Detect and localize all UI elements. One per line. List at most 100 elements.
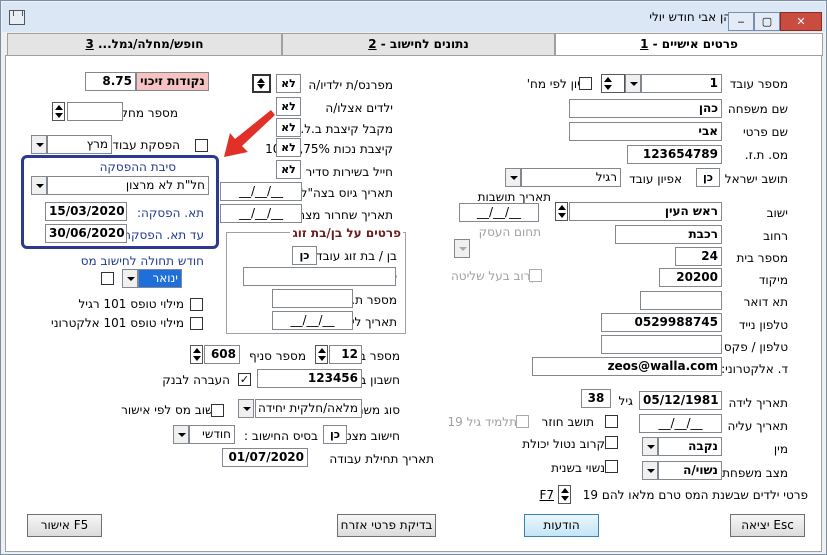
transfer-checkbox[interactable]: ✓ bbox=[238, 373, 251, 386]
controller-checkbox[interactable] bbox=[529, 269, 542, 282]
close-button[interactable]: ✕ bbox=[780, 12, 822, 31]
alimony-field[interactable]: לא bbox=[276, 74, 301, 93]
stop-work-checkbox[interactable] bbox=[195, 139, 208, 152]
bank-no-stepper[interactable] bbox=[315, 345, 328, 364]
stop-work-month-dropdown[interactable] bbox=[31, 135, 47, 154]
credit-points-label: נקודות זיכוי bbox=[136, 72, 209, 91]
branch-field[interactable]: 608 bbox=[204, 345, 240, 364]
gender-select[interactable]: נקבה bbox=[658, 437, 722, 456]
email-field[interactable]: zeos@walla.com bbox=[532, 357, 722, 376]
tab-personal[interactable]: פרטים אישיים - 1 bbox=[555, 33, 823, 56]
street-field[interactable]: רכבת bbox=[615, 225, 722, 244]
disabled-relative-checkbox[interactable] bbox=[605, 436, 618, 449]
bank-no-field[interactable]: 12 bbox=[329, 345, 362, 364]
settlement-date-label: תאריך תושבות bbox=[477, 190, 551, 204]
spouse-birth-field[interactable]: __/__/__ bbox=[272, 311, 353, 330]
sort-by-dept-checkbox[interactable] bbox=[579, 77, 592, 90]
resident-field[interactable]: כן bbox=[696, 168, 720, 187]
zip-field[interactable]: 20200 bbox=[659, 268, 722, 287]
kids-field[interactable]: לא bbox=[276, 97, 301, 116]
stop-reason-select[interactable]: חל"ת לא מרצון bbox=[47, 176, 209, 195]
city-field[interactable]: ראש העין bbox=[569, 202, 722, 221]
mobile-label: טלפון נייד bbox=[738, 318, 788, 332]
app-window: עובד 1 כהן אבי חודש יולי ‒ ▢ ✕ פרטים איש… bbox=[0, 0, 827, 555]
first-name-field[interactable]: אבי bbox=[569, 122, 722, 141]
nii-field[interactable]: לא bbox=[276, 118, 301, 137]
aliya-field[interactable]: __/__/__ bbox=[639, 414, 722, 433]
stop-work-month-select[interactable]: מרץ bbox=[47, 135, 112, 154]
cumulative-field[interactable]: כן bbox=[323, 425, 347, 444]
restore-button[interactable]: ▢ bbox=[754, 12, 780, 31]
house-no-field[interactable]: 24 bbox=[675, 247, 722, 266]
city-stepper[interactable] bbox=[555, 202, 568, 221]
stop-until-field[interactable]: 30/06/2020 bbox=[45, 224, 127, 243]
returning-checkbox[interactable] bbox=[605, 415, 618, 428]
release-field[interactable]: __/__/__ bbox=[220, 204, 302, 223]
emp-type-dropdown[interactable] bbox=[505, 168, 521, 187]
marital-select[interactable]: נשוי/ה bbox=[658, 461, 722, 480]
disabled-relative-label: קרוב נטול יכולת bbox=[522, 437, 605, 451]
business-field-dropdown[interactable] bbox=[454, 239, 470, 258]
ok-button[interactable]: אישור F5 bbox=[27, 514, 102, 537]
street-label: רחוב bbox=[763, 229, 788, 243]
tab-calc-data[interactable]: נתונים לחישוב - 2 bbox=[282, 33, 555, 55]
children-key[interactable]: F7 bbox=[539, 488, 554, 502]
calc-basis-dropdown[interactable] bbox=[173, 425, 189, 444]
stop-reason-dropdown[interactable] bbox=[31, 176, 47, 195]
stop-date-field[interactable]: 15/03/2020 bbox=[45, 202, 127, 221]
job-type-select[interactable]: מלאה/חלקית יחידה bbox=[255, 399, 362, 418]
soldier-field[interactable]: לא bbox=[276, 160, 301, 179]
children-stepper[interactable] bbox=[558, 485, 571, 504]
marital-label: מצב משפחתי bbox=[719, 466, 788, 480]
messages-button[interactable]: הודעות bbox=[524, 514, 599, 537]
dept-stepper[interactable] bbox=[52, 102, 65, 121]
tax-month-checkbox[interactable] bbox=[101, 272, 114, 285]
last-name-field[interactable]: כהן bbox=[569, 99, 722, 118]
settlement-date-field[interactable]: __/__/__ bbox=[459, 203, 539, 222]
married-again-checkbox[interactable] bbox=[605, 460, 618, 473]
draft-field[interactable]: __/__/__ bbox=[220, 182, 302, 201]
disability-field[interactable]: לא bbox=[276, 138, 301, 157]
employee-no-dropdown[interactable] bbox=[625, 74, 641, 93]
spouse-id-field[interactable] bbox=[272, 289, 353, 308]
account-field[interactable]: 123456 bbox=[257, 369, 362, 388]
title-bar: עובד 1 כהן אבי חודש יולי ‒ ▢ ✕ bbox=[2, 2, 825, 32]
id-field[interactable]: 123654789 bbox=[627, 145, 722, 164]
tax-approval-checkbox[interactable] bbox=[211, 404, 224, 417]
spouse-works-field[interactable]: כן bbox=[292, 246, 317, 265]
spouse-works-label: בן / בת זוג עובד ? bbox=[305, 249, 397, 263]
job-type-dropdown[interactable] bbox=[238, 399, 254, 418]
pobox-label: תא דואר bbox=[743, 295, 788, 309]
city-label: ישוב bbox=[766, 206, 788, 220]
dept-field[interactable] bbox=[67, 102, 123, 121]
tab-vacation[interactable]: חופש/מחלה/גמל... 3 bbox=[7, 33, 282, 55]
phone-field[interactable] bbox=[601, 335, 722, 354]
form101e-checkbox[interactable] bbox=[190, 317, 203, 330]
pobox-field[interactable] bbox=[640, 291, 722, 310]
branch-stepper[interactable] bbox=[190, 345, 203, 364]
app-icon bbox=[9, 10, 25, 25]
children-label: פרטי ילדים שבשנת המס טרם מלאו להם 19 bbox=[582, 488, 808, 502]
employee-no-field[interactable]: 1 bbox=[641, 74, 722, 93]
gender-dropdown[interactable] bbox=[642, 437, 658, 456]
employee-no-stepper[interactable] bbox=[601, 74, 625, 93]
birth-field[interactable]: 05/12/1981 bbox=[639, 391, 722, 410]
mobile-field[interactable]: 0529988745 bbox=[601, 313, 722, 332]
marital-dropdown[interactable] bbox=[642, 461, 658, 480]
tax-month-dropdown[interactable] bbox=[122, 269, 138, 288]
alimony-stepper[interactable] bbox=[252, 74, 271, 93]
check-citizen-button[interactable]: בדיקת פרטי אזרח bbox=[337, 514, 436, 537]
spouse-name-field[interactable] bbox=[243, 267, 396, 286]
start-date-field[interactable]: 01/07/2020 bbox=[222, 448, 308, 467]
tax-month-select[interactable]: ינואר bbox=[138, 269, 182, 288]
exit-button[interactable]: יציאה Esc bbox=[730, 514, 805, 537]
calc-basis-select[interactable]: חודשי bbox=[189, 425, 235, 444]
returning-label: תושב חוזר bbox=[541, 415, 594, 429]
minimize-button[interactable]: ‒ bbox=[728, 12, 754, 31]
last-name-label: שם משפחה bbox=[727, 102, 788, 116]
form101-checkbox[interactable] bbox=[190, 298, 203, 311]
emp-type-select[interactable]: רגיל bbox=[521, 168, 621, 187]
stop-date-label: תא. הפסקה: bbox=[136, 206, 204, 220]
kids-label: ילדים אצלו/ה bbox=[325, 101, 393, 115]
student19-checkbox[interactable] bbox=[516, 415, 529, 428]
